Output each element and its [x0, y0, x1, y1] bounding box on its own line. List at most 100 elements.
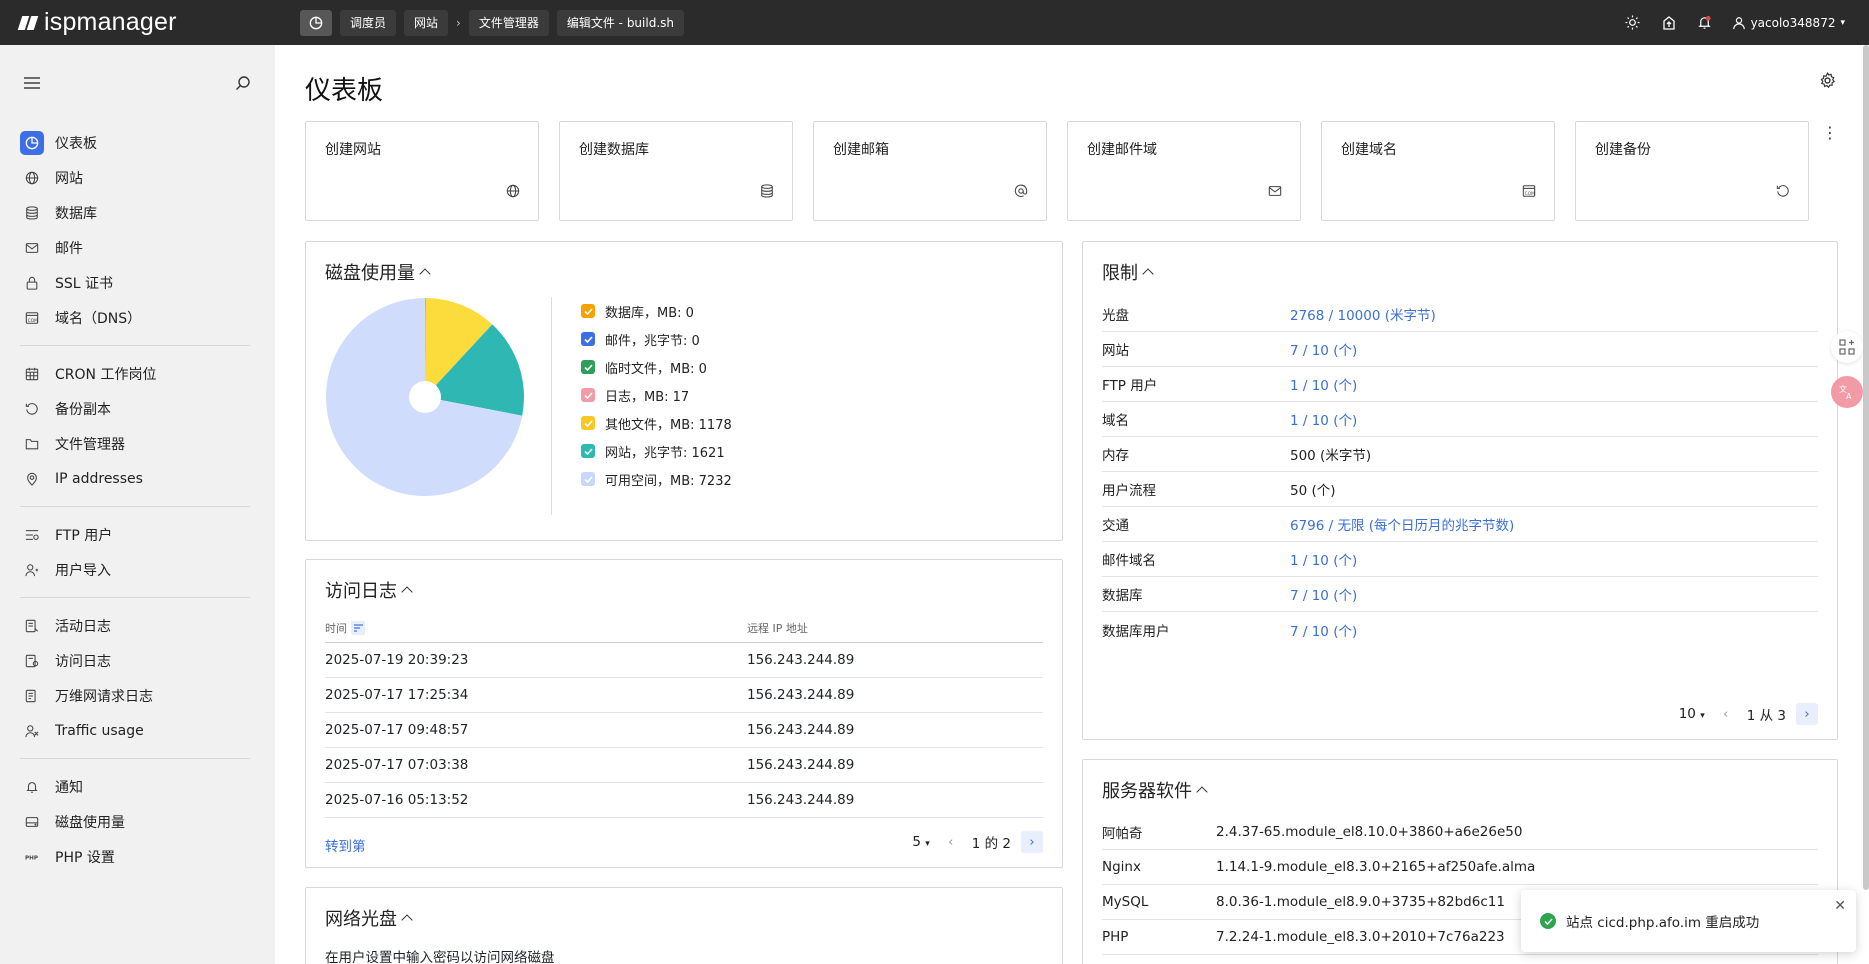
limit-value[interactable]: 1 / 10 (个) — [1290, 409, 1357, 429]
sidebar-item-label: 用户导入 — [55, 562, 111, 579]
sidebar-item-access-log[interactable]: 访问日志 — [0, 643, 275, 678]
sidebar-item-mail[interactable]: 邮件 — [0, 230, 275, 265]
limit-value[interactable]: 2768 / 10000 (米字节) — [1290, 304, 1436, 324]
software-name: Nginx — [1102, 859, 1141, 875]
table-row[interactable]: 2025-07-17 09:48:57 156.243.244.89 — [325, 713, 1043, 748]
legend-item[interactable]: 日志，MB: 17 — [581, 381, 732, 409]
table-row[interactable]: 2025-07-16 05:13:52 156.243.244.89 — [325, 783, 1043, 818]
table-row[interactable]: 2025-07-19 20:39:23 156.243.244.89 — [325, 643, 1043, 678]
card-label: 创建网站 — [325, 142, 381, 158]
sidebar-item-lock[interactable]: SSL 证书 — [0, 265, 275, 300]
next-page-button[interactable]: › — [1796, 703, 1818, 725]
checkbox[interactable] — [581, 472, 595, 486]
server-software-title[interactable]: 服务器软件 — [1102, 777, 1208, 803]
limit-key: 数据库 — [1102, 588, 1143, 604]
limits-title[interactable]: 限制 — [1102, 259, 1154, 285]
dashboard-crumb[interactable] — [300, 9, 332, 36]
sidebar-item-user-import[interactable]: 用户导入 — [0, 552, 275, 587]
sidebar-item-label: 文件管理器 — [55, 436, 125, 453]
prev-page-button[interactable]: ‹ — [1715, 703, 1737, 725]
table-row[interactable]: 2025-07-17 17:25:34 156.243.244.89 — [325, 678, 1043, 713]
search-icon[interactable] — [235, 75, 251, 95]
apps-grid-button[interactable] — [1831, 331, 1863, 363]
create-card-globe[interactable]: 创建网站 — [305, 121, 539, 221]
legend-item[interactable]: 其他文件，MB: 1178 — [581, 409, 732, 437]
legend-item[interactable]: 邮件，兆字节: 0 — [581, 325, 732, 353]
checkbox[interactable] — [581, 444, 595, 458]
sidebar-item-label: IP addresses — [55, 470, 143, 487]
sidebar-item-ftp[interactable]: FTP 用户 — [0, 517, 275, 552]
sidebar-item-backup[interactable]: 备份副本 — [0, 391, 275, 426]
create-card-domain[interactable]: 创建域名 COM — [1321, 121, 1555, 221]
sidebar-item-activity-log[interactable]: 活动日志 — [0, 608, 275, 643]
sidebar-item-label: 数据库 — [55, 205, 97, 222]
prev-page-button[interactable]: ‹ — [940, 831, 962, 853]
limit-value[interactable]: 7 / 10 (个) — [1290, 620, 1357, 640]
limit-value[interactable]: 1 / 10 (个) — [1290, 374, 1357, 394]
limit-value[interactable]: 7 / 10 (个) — [1290, 339, 1357, 359]
theme-sun-icon[interactable] — [1624, 14, 1642, 32]
logo[interactable]: ispmanager — [0, 8, 300, 37]
sidebar-item-php[interactable]: PHP PHP 设置 — [0, 839, 275, 874]
page-size-select[interactable]: 10 ▾ — [1679, 706, 1705, 722]
legend-item[interactable]: 临时文件，MB: 0 — [581, 353, 732, 381]
sidebar-item-globe[interactable]: 网站 — [0, 160, 275, 195]
close-icon[interactable]: ✕ — [1834, 898, 1846, 914]
sidebar-item-disk[interactable]: 磁盘使用量 — [0, 804, 275, 839]
checkbox[interactable] — [581, 304, 595, 318]
create-card-database[interactable]: 创建数据库 — [559, 121, 793, 221]
page-size-select[interactable]: 5 ▾ — [912, 834, 929, 850]
svg-text:COM: COM — [1525, 191, 1535, 197]
network-disk-title[interactable]: 网络光盘 — [325, 905, 413, 931]
crumb-dispatcher[interactable]: 调度员 — [340, 9, 397, 36]
bell-alert-icon[interactable] — [1696, 14, 1714, 32]
table-row[interactable]: 2025-07-17 07:03:38 156.243.244.89 — [325, 748, 1043, 783]
legend-item[interactable]: 可用空间，MB: 7232 — [581, 465, 732, 493]
sidebar-item-folder[interactable]: 文件管理器 — [0, 426, 275, 461]
disk-usage-panel: 磁盘使用量 数据库，MB: 0 邮件，兆字节: 0 临时文件，MB: 0 日志，MB:… — [305, 241, 1063, 541]
limit-value[interactable]: 7 / 10 (个) — [1290, 584, 1357, 604]
translate-button[interactable]: 文A — [1831, 376, 1863, 408]
legend-item[interactable]: 数据库，MB: 0 — [581, 297, 732, 325]
sidebar-item-web-log[interactable]: 万维网请求日志 — [0, 678, 275, 713]
table-header: 时间 远程 IP 地址 — [325, 613, 1043, 643]
crumb-file-manager[interactable]: 文件管理器 — [468, 9, 549, 36]
upload-icon[interactable] — [1660, 14, 1678, 32]
crumb-sites[interactable]: 网站 — [404, 9, 449, 36]
menu-icon[interactable] — [24, 76, 40, 94]
create-card-at[interactable]: 创建邮箱 — [813, 121, 1047, 221]
sidebar-item-location[interactable]: IP addresses — [0, 461, 275, 496]
goto-page-link[interactable]: 转到第 — [325, 835, 366, 855]
limit-row: 数据库用户 7 / 10 (个) — [1102, 612, 1818, 647]
sidebar-divider — [20, 506, 250, 507]
column-time[interactable]: 时间 — [325, 620, 747, 636]
page-scrollbar[interactable] — [1863, 45, 1869, 890]
sort-icon[interactable] — [351, 620, 365, 635]
gear-icon[interactable] — [1819, 71, 1836, 93]
sidebar-item-calendar[interactable]: CRON 工作岗位 — [0, 356, 275, 391]
legend-item[interactable]: 网站，兆字节: 1621 — [581, 437, 732, 465]
create-card-backup[interactable]: 创建备份 — [1575, 121, 1809, 221]
limit-value[interactable]: 1 / 10 (个) — [1290, 549, 1357, 569]
legend-label: 可用空间，MB: 7232 — [605, 473, 732, 489]
disk-usage-title[interactable]: 磁盘使用量 — [325, 259, 431, 285]
user-menu[interactable]: yacolo348872 ▾ — [1732, 16, 1845, 30]
next-page-button[interactable]: › — [1021, 831, 1043, 853]
checkbox[interactable] — [581, 388, 595, 402]
sidebar-item-database[interactable]: 数据库 — [0, 195, 275, 230]
access-log-title[interactable]: 访问日志 — [325, 577, 413, 603]
sidebar-item-dns[interactable]: COM 域名（DNS） — [0, 300, 275, 335]
column-ip[interactable]: 远程 IP 地址 — [747, 620, 808, 636]
checkbox[interactable] — [581, 360, 595, 374]
sidebar-item-traffic[interactable]: Traffic usage — [0, 713, 275, 748]
limit-value[interactable]: 6796 / 无限 (每个日历月的兆字节数) — [1290, 514, 1514, 534]
cell-ip: 156.243.244.89 — [747, 722, 855, 738]
checkbox[interactable] — [581, 416, 595, 430]
disk-icon — [20, 810, 44, 834]
sidebar-item-dashboard[interactable]: 仪表板 — [0, 125, 275, 160]
checkbox[interactable] — [581, 332, 595, 346]
create-card-mail[interactable]: 创建邮件域 — [1067, 121, 1301, 221]
more-options-icon[interactable]: ⋮ — [1822, 123, 1839, 142]
sidebar-item-bell[interactable]: 通知 — [0, 769, 275, 804]
crumb-edit-file[interactable]: 编辑文件 - build.sh — [556, 9, 684, 36]
